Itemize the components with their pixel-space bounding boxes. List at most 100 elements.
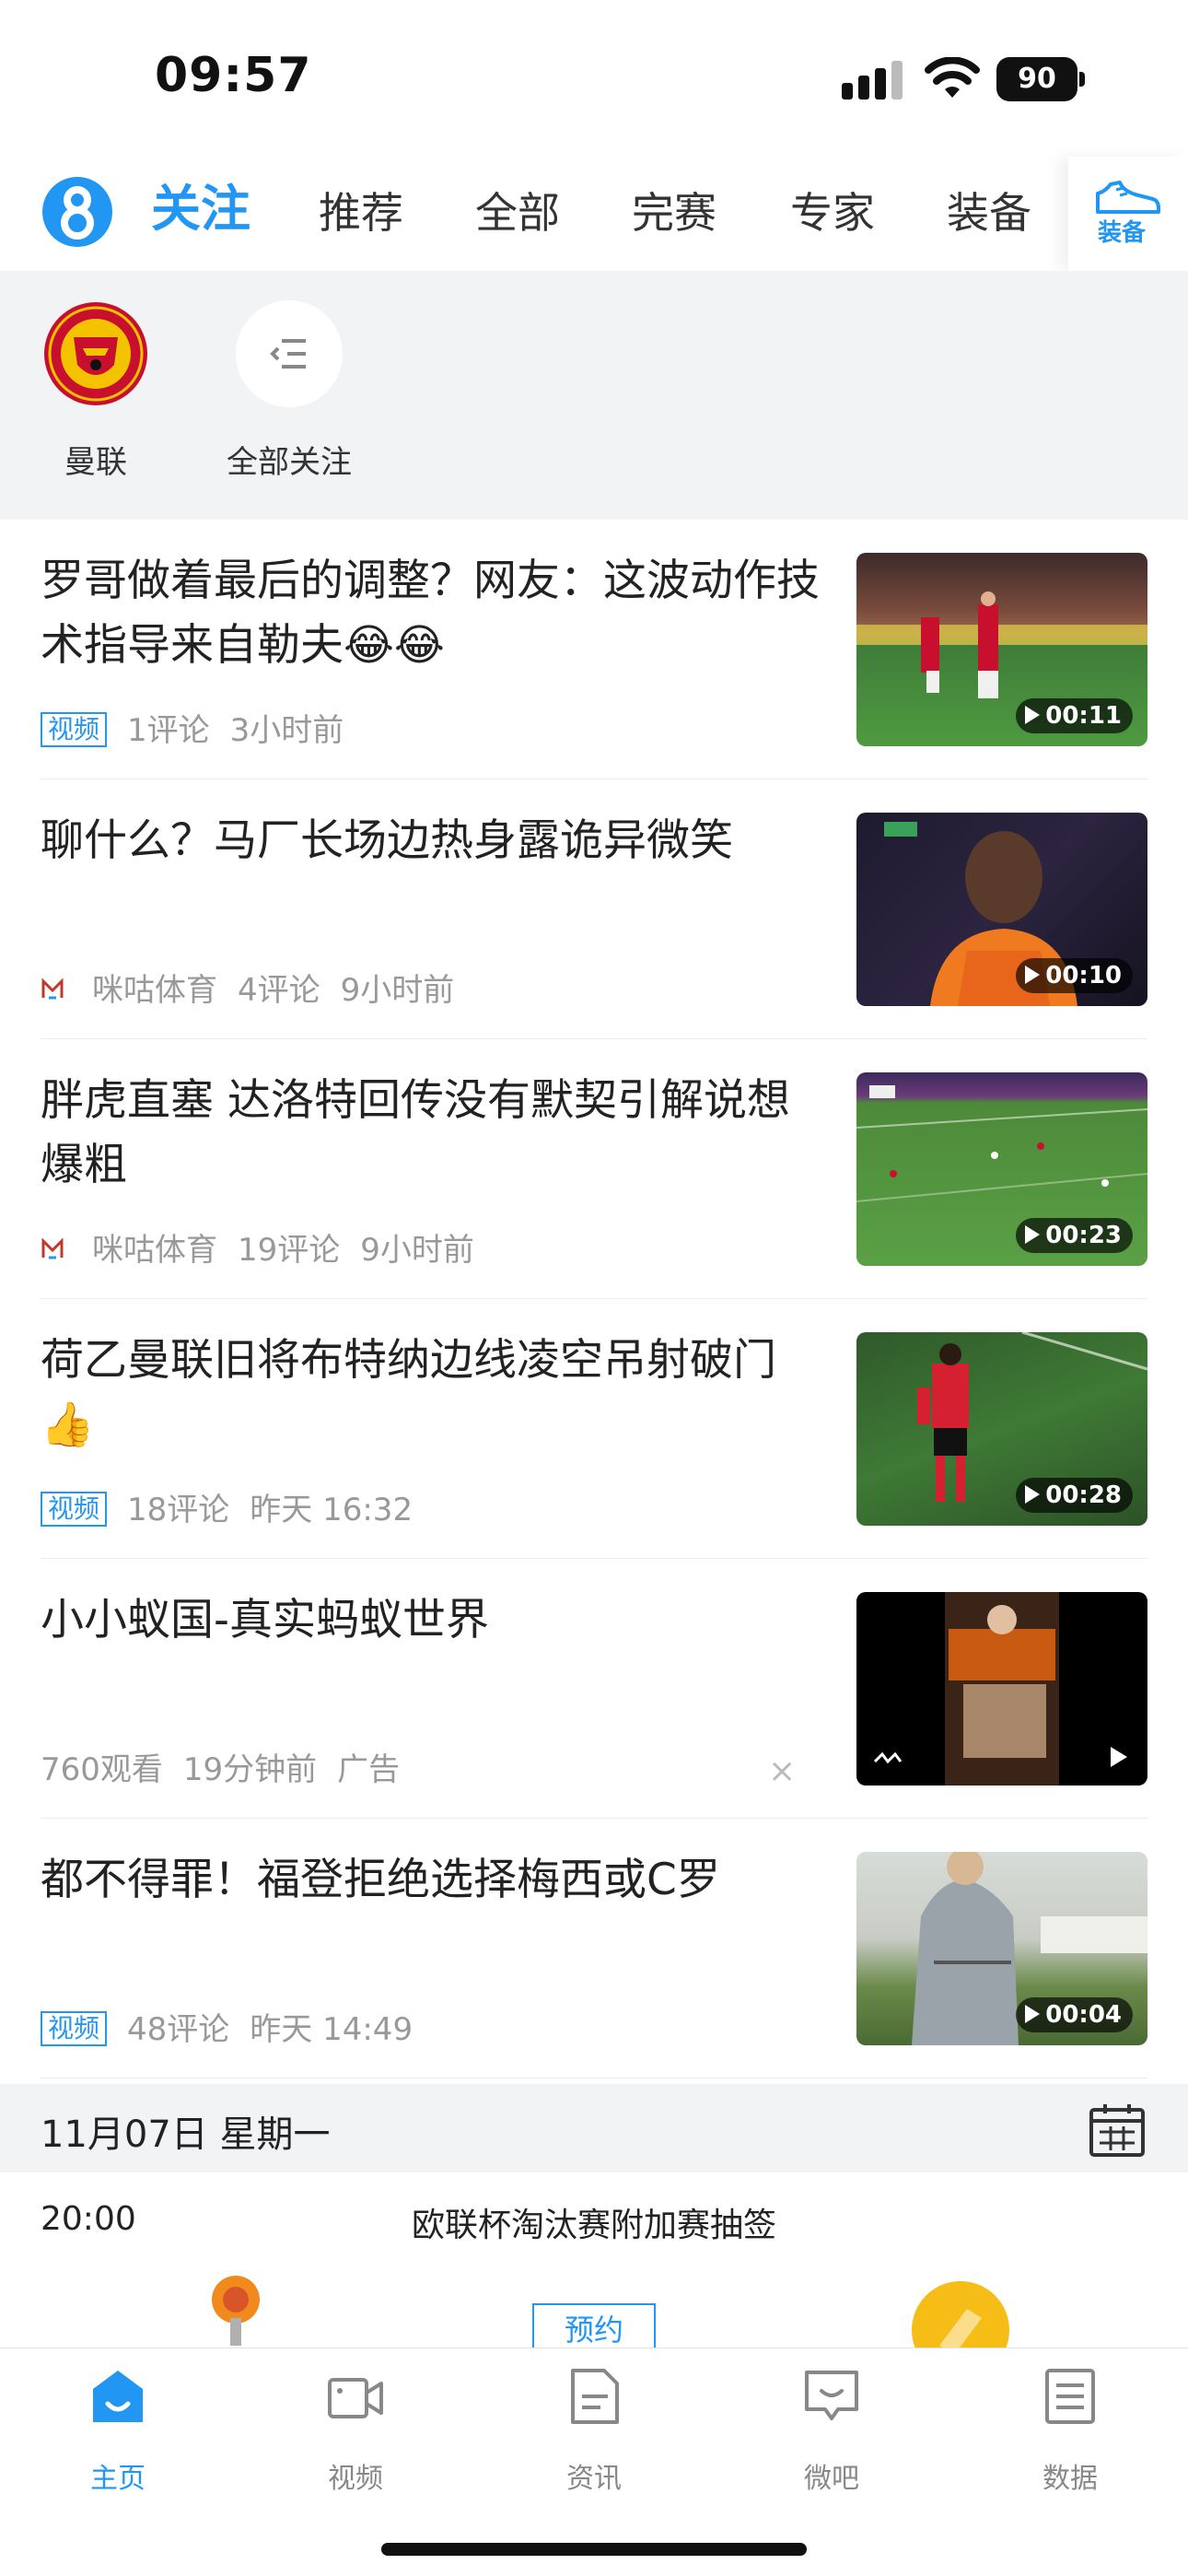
video-duration: 00:04 xyxy=(1016,1997,1133,2032)
battery-icon: 90 xyxy=(996,57,1085,101)
feed-item[interactable]: 都不得罪！福登拒绝选择梅西或C罗 视频 48评论 昨天 14:49 00:04 xyxy=(41,1819,1147,2078)
video-thumbnail[interactable]: 00:11 xyxy=(856,553,1147,746)
follow-item-label: 全部关注 xyxy=(227,444,352,481)
source-name: 咪咕体育 xyxy=(92,1232,217,1269)
follow-item-label: 曼联 xyxy=(64,444,127,481)
play-icon xyxy=(1025,2004,1041,2023)
feed-item-title: 罗哥做着最后的调整？网友：这波动作技术指导来自勒夫😂😂 xyxy=(41,556,820,671)
tab-forum[interactable]: 微吧 xyxy=(749,2367,914,2505)
list-icon xyxy=(1045,2369,1095,2424)
tab-finished[interactable]: 完赛 xyxy=(632,181,716,245)
video-thumbnail[interactable]: 00:04 xyxy=(856,1852,1147,2045)
video-duration: 00:28 xyxy=(1016,1478,1133,1513)
nav-fade xyxy=(1031,157,1068,271)
video-duration: 00:10 xyxy=(1016,958,1133,993)
home-indicator[interactable] xyxy=(381,2543,807,2556)
ad-video-thumbnail[interactable] xyxy=(856,1592,1147,1786)
schedule-header: 11月07日 星期一 xyxy=(0,2084,1188,2172)
feed-item[interactable]: 荷乙曼联旧将布特纳边线凌空吊射破门👍 视频 18评论 昨天 16:32 00:28 xyxy=(41,1299,1147,1559)
video-duration: 00:23 xyxy=(1016,1218,1133,1253)
tab-all[interactable]: 全部 xyxy=(475,181,560,245)
video-thumbnail[interactable]: 00:28 xyxy=(856,1332,1147,1526)
battery-level: 90 xyxy=(996,57,1077,101)
close-ad-button[interactable]: × xyxy=(768,1751,796,1792)
feed-item-meta: 视频 18评论 昨天 16:32 xyxy=(41,1490,433,1530)
tab-home[interactable]: 主页 xyxy=(35,2367,201,2505)
feed-item-title: 都不得罪！福登拒绝选择梅西或C罗 xyxy=(41,1855,720,1905)
follow-strip: 曼联 全部关注 xyxy=(0,271,1188,520)
home-icon xyxy=(93,2371,143,2422)
sneaker-icon xyxy=(1096,181,1160,214)
tab-label: 主页 xyxy=(90,2463,146,2495)
tab-data[interactable]: 数据 xyxy=(987,2367,1153,2505)
calendar-icon[interactable] xyxy=(1089,2102,1146,2158)
post-time: 昨天 16:32 xyxy=(250,1492,413,1528)
schedule-date: 11月07日 星期一 xyxy=(41,2113,331,2156)
tab-gear[interactable]: 装备 xyxy=(947,181,1031,245)
app-logo-icon[interactable] xyxy=(41,175,114,249)
top-nav: 关注 推荐 全部 完赛 专家 装备 装备 xyxy=(0,157,1188,271)
play-icon xyxy=(1025,1224,1041,1244)
post-time: 3小时前 xyxy=(229,712,344,749)
follow-item-man-utd[interactable]: 曼联 xyxy=(13,300,179,485)
feed-item[interactable]: 胖虎直塞 达洛特回传没有默契引解说想爆粗 咪咕体育 19评论 9小时前 00:2… xyxy=(41,1039,1147,1299)
comment-count: 4评论 xyxy=(238,972,320,1009)
thumbnail-image xyxy=(873,1592,1059,1786)
view-count: 760观看 xyxy=(41,1751,163,1788)
match-title: 欧联杯淘汰赛附加赛抽签 xyxy=(411,2207,776,2244)
feed-item[interactable]: 聊什么？马厂长场边热身露诡异微笑 咪咕体育 4评论 9小时前 00:10 xyxy=(41,779,1147,1039)
post-time: 19分钟前 xyxy=(182,1751,318,1788)
tab-recommend[interactable]: 推荐 xyxy=(319,181,403,245)
feed-item-title: 聊什么？马厂长场边热身露诡异微笑 xyxy=(41,815,733,866)
video-thumbnail[interactable]: 00:23 xyxy=(856,1072,1147,1266)
europa-league-logo-icon xyxy=(212,2276,260,2346)
tab-follow[interactable]: 关注 xyxy=(151,177,250,241)
feed-item[interactable]: 罗哥做着最后的调整？网友：这波动作技术指导来自勒夫😂😂 视频 1评论 3小时前 00… xyxy=(41,520,1147,779)
feed-item-title: 荷乙曼联旧将布特纳边线凌空吊射破门👍 xyxy=(41,1335,776,1450)
feed-item-meta: 视频 48评论 昨天 14:49 xyxy=(41,2009,433,2050)
feed-item-meta: 视频 1评论 3小时前 xyxy=(41,710,364,751)
follow-item-all[interactable]: 全部关注 xyxy=(206,300,372,485)
gear-shop-button[interactable]: 装备 xyxy=(1068,157,1188,271)
document-icon xyxy=(571,2369,619,2424)
post-time: 昨天 14:49 xyxy=(250,2011,413,2048)
post-time: 9小时前 xyxy=(360,1232,474,1269)
source-name: 咪咕体育 xyxy=(92,972,217,1009)
team-logo-icon xyxy=(912,2281,1009,2348)
tab-label: 微吧 xyxy=(804,2463,859,2495)
video-duration: 00:11 xyxy=(1016,698,1133,733)
feed-item-title: 胖虎直塞 达洛特回传没有默契引解说想爆粗 xyxy=(41,1075,790,1190)
wifi-icon xyxy=(925,57,980,98)
match-row[interactable]: 20:00 欧联杯淘汰赛附加赛抽签 预约 xyxy=(0,2172,1188,2348)
all-follow-button[interactable] xyxy=(236,300,343,407)
status-time: 09:57 xyxy=(155,48,312,103)
chat-bubble-icon xyxy=(805,2371,858,2420)
video-camera-icon xyxy=(328,2378,383,2418)
tab-label: 资讯 xyxy=(566,2463,622,2495)
migu-logo-icon xyxy=(41,977,64,999)
video-tag: 视频 xyxy=(41,2010,108,2046)
play-icon xyxy=(1111,1747,1127,1767)
feed-item-ad[interactable]: 小小蚁国-真实蚂蚁世界 760观看 19分钟前 广告 × xyxy=(41,1559,1147,1819)
comment-count: 1评论 xyxy=(127,712,210,749)
feed-item-meta: 760观看 19分钟前 广告 xyxy=(41,1750,420,1790)
tab-video[interactable]: 视频 xyxy=(273,2367,438,2505)
tab-news[interactable]: 资讯 xyxy=(511,2367,677,2505)
play-icon xyxy=(1025,965,1041,984)
cellular-signal-icon xyxy=(842,61,903,100)
play-icon xyxy=(1025,705,1041,724)
battery-tip xyxy=(1079,72,1085,87)
video-tag: 视频 xyxy=(41,1491,108,1527)
tab-label: 数据 xyxy=(1042,2463,1098,2495)
video-tag: 视频 xyxy=(41,711,108,747)
man-utd-crest-icon xyxy=(44,302,147,405)
app-screen: 09:57 90 关注 推荐 全部 完赛 专家 装备 装备 曼联 全部关注 罗哥… xyxy=(0,0,1188,2576)
tab-experts[interactable]: 专家 xyxy=(790,181,875,245)
reserve-button[interactable]: 预约 xyxy=(532,2303,656,2348)
comment-count: 19评论 xyxy=(238,1232,341,1269)
status-bar: 09:57 90 xyxy=(0,0,1188,157)
tab-label: 视频 xyxy=(328,2463,383,2495)
feed-item-meta: 咪咕体育 4评论 9小时前 xyxy=(41,970,474,1011)
video-thumbnail[interactable]: 00:10 xyxy=(856,813,1147,1006)
comment-count: 18评论 xyxy=(127,1492,230,1528)
